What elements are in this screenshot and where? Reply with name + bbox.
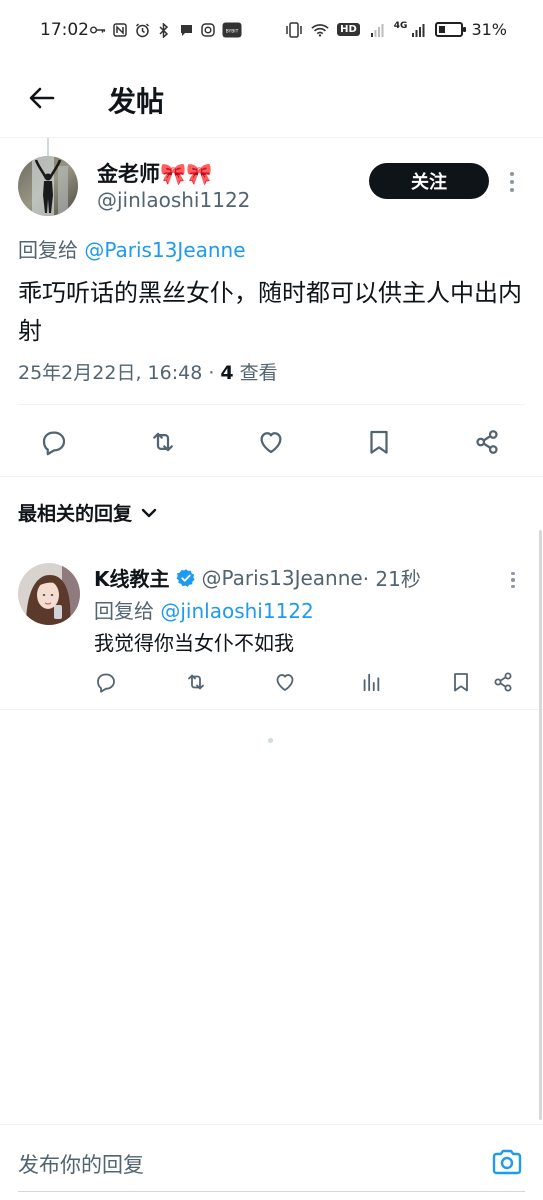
bookmark-button[interactable] [359, 422, 399, 462]
bookmark-icon [454, 673, 468, 692]
chevron-down-icon [141, 508, 157, 517]
page-header: 发帖 [0, 62, 543, 138]
status-time: 17:02 [40, 20, 89, 40]
like-icon [276, 674, 294, 691]
loading-indicator [268, 738, 273, 743]
status-right-icons: HD 4G 31% [285, 20, 507, 39]
reply-author-name[interactable]: K线教主 [94, 563, 170, 592]
share-button[interactable] [489, 668, 517, 696]
author-handle[interactable]: @jinlaoshi1122 [97, 188, 250, 212]
like-icon [260, 432, 282, 454]
more-dots-icon [511, 571, 515, 576]
author-name[interactable]: 金老师🎀🎀 [97, 158, 212, 188]
reply-icon [42, 431, 66, 456]
vibrate-icon [285, 21, 303, 39]
key-icon [90, 22, 106, 38]
app-badge-icon: BYBIT [222, 22, 242, 38]
signal-4g-label: 4G [393, 20, 408, 31]
replying-prefix: 回复给 [18, 238, 85, 262]
share-icon [494, 672, 512, 692]
divider [18, 404, 525, 405]
sort-label: 最相关的回复 [18, 503, 133, 525]
replying-prefix: 回复给 [94, 599, 161, 623]
views-icon [363, 673, 380, 692]
app-badge-text: BYBIT [226, 29, 239, 35]
bookmark-icon [370, 430, 388, 454]
replying-to: 回复给 @Paris13Jeanne [18, 234, 246, 263]
bookmark-button[interactable] [447, 668, 475, 696]
back-button[interactable] [22, 78, 62, 118]
battery-percent: 31% [471, 20, 507, 39]
post-text: 乖巧听话的黑丝女仆，随时都可以供主人中出内射 [18, 279, 522, 345]
reply-button[interactable] [34, 422, 74, 462]
reply-header: K线教主 @Paris13Jeanne · 21秒 [94, 563, 421, 592]
more-dot [510, 180, 514, 184]
views-label: 查看 [233, 362, 278, 384]
alarm-icon [134, 22, 150, 38]
reply-actions [0, 668, 543, 698]
post-meta: 25年2月22日, 16:48 · 4 查看 [18, 358, 278, 385]
avatar[interactable] [18, 156, 78, 216]
verified-badge-icon [176, 568, 196, 588]
wifi-icon [311, 21, 329, 39]
reply-input[interactable]: 发布你的回复 [18, 1149, 144, 1179]
reply-item[interactable]: K线教主 @Paris13Jeanne · 21秒 回复给 @jinlaoshi… [0, 550, 543, 710]
camera-icon [492, 1149, 522, 1175]
nfc-icon [112, 22, 128, 38]
reply-sort-dropdown[interactable]: 最相关的回复 [18, 499, 158, 526]
share-icon [476, 430, 498, 454]
follow-button[interactable]: 关注 [369, 163, 489, 199]
reply-more-options-button[interactable] [505, 568, 521, 592]
instagram-icon [200, 22, 216, 38]
status-bar: 17:02 BYBIT HD 4G 31% [0, 0, 543, 62]
post-actions [0, 422, 543, 462]
status-left-icons: BYBIT [90, 22, 242, 38]
more-dot [511, 578, 515, 582]
reply-author-handle[interactable]: @Paris13Jeanne [202, 566, 363, 590]
retweet-icon [153, 432, 173, 452]
bluetooth-icon [156, 22, 172, 38]
more-dot [511, 584, 515, 589]
thread-connector-line [47, 138, 49, 156]
more-dot [510, 188, 514, 192]
battery-icon [435, 22, 467, 37]
divider [0, 476, 543, 477]
signal-4g-icon [409, 21, 427, 39]
arrow-left-icon [29, 87, 55, 109]
scrollbar[interactable] [539, 530, 542, 1120]
camera-button[interactable] [490, 1145, 524, 1179]
reply-button[interactable] [92, 668, 120, 696]
share-button[interactable] [467, 422, 507, 462]
replying-to: 回复给 @jinlaoshi1122 [94, 595, 314, 624]
avatar[interactable] [18, 563, 80, 625]
like-button[interactable] [271, 668, 299, 696]
more-dots-icon [510, 172, 514, 176]
retweet-icon [188, 674, 204, 690]
post-datetime[interactable]: 25年2月22日, 16:48 · [18, 362, 220, 384]
retweet-button[interactable] [182, 668, 210, 696]
like-button[interactable] [251, 422, 291, 462]
compose-underline [18, 1191, 525, 1192]
replying-to-mention[interactable]: @Paris13Jeanne [84, 238, 245, 262]
chat-bubble-icon [178, 22, 194, 38]
views-button[interactable] [357, 668, 385, 696]
replying-to-mention[interactable]: @jinlaoshi1122 [160, 599, 313, 623]
reply-time: · 21秒 [362, 567, 421, 591]
page-title: 发帖 [108, 85, 165, 118]
reply-icon [97, 673, 115, 693]
more-options-button[interactable] [504, 168, 520, 196]
reply-compose-bar: 发布你的回复 [0, 1124, 543, 1200]
hd-badge: HD [337, 23, 360, 36]
reply-text: 我觉得你当女仆不如我 [94, 631, 294, 655]
signal-icon [368, 21, 386, 39]
retweet-button[interactable] [143, 422, 183, 462]
views-count: 4 [220, 362, 234, 384]
